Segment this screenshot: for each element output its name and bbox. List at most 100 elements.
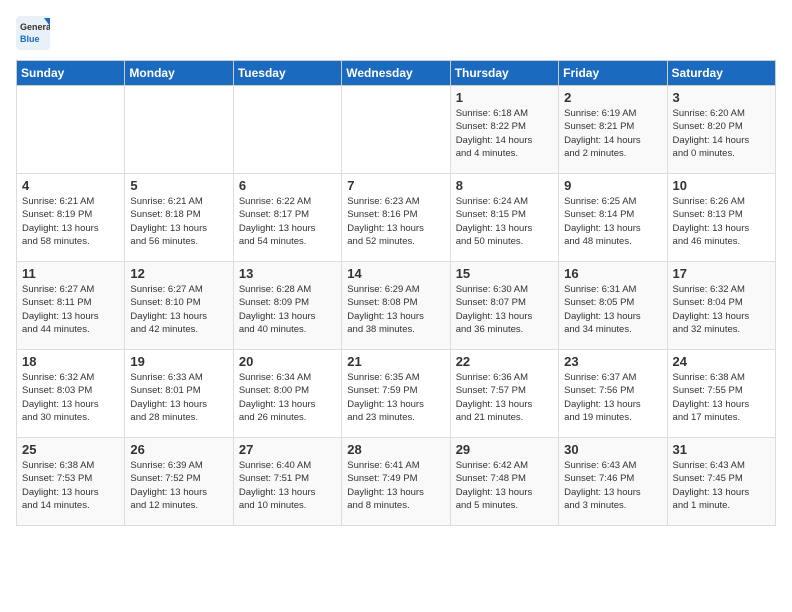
day-number: 26: [130, 442, 227, 457]
calendar-week-row: 25 Sunrise: 6:38 AM Sunset: 7:53 PM Dayli…: [17, 438, 776, 526]
weekday-header-sunday: Sunday: [17, 61, 125, 86]
day-info: Sunrise: 6:24 AM Sunset: 8:15 PM Dayligh…: [456, 195, 553, 248]
calendar-body: 1 Sunrise: 6:18 AM Sunset: 8:22 PM Daylig…: [17, 86, 776, 526]
calendar-day-4: 4 Sunrise: 6:21 AM Sunset: 8:19 PM Daylig…: [17, 174, 125, 262]
day-info: Sunrise: 6:20 AM Sunset: 8:20 PM Dayligh…: [673, 107, 770, 160]
day-info: Sunrise: 6:28 AM Sunset: 8:09 PM Dayligh…: [239, 283, 336, 336]
day-info: Sunrise: 6:38 AM Sunset: 7:55 PM Dayligh…: [673, 371, 770, 424]
calendar-day-15: 15 Sunrise: 6:30 AM Sunset: 8:07 PM Dayli…: [450, 262, 558, 350]
weekday-header-monday: Monday: [125, 61, 233, 86]
day-number: 29: [456, 442, 553, 457]
day-number: 7: [347, 178, 444, 193]
day-number: 24: [673, 354, 770, 369]
day-number: 2: [564, 90, 661, 105]
day-number: 6: [239, 178, 336, 193]
calendar-day-12: 12 Sunrise: 6:27 AM Sunset: 8:10 PM Dayli…: [125, 262, 233, 350]
day-info: Sunrise: 6:36 AM Sunset: 7:57 PM Dayligh…: [456, 371, 553, 424]
day-info: Sunrise: 6:41 AM Sunset: 7:49 PM Dayligh…: [347, 459, 444, 512]
svg-text:Blue: Blue: [20, 34, 40, 44]
calendar-day-25: 25 Sunrise: 6:38 AM Sunset: 7:53 PM Dayli…: [17, 438, 125, 526]
day-info: Sunrise: 6:42 AM Sunset: 7:48 PM Dayligh…: [456, 459, 553, 512]
empty-cell: [17, 86, 125, 174]
calendar-day-8: 8 Sunrise: 6:24 AM Sunset: 8:15 PM Daylig…: [450, 174, 558, 262]
calendar-day-14: 14 Sunrise: 6:29 AM Sunset: 8:08 PM Dayli…: [342, 262, 450, 350]
day-info: Sunrise: 6:40 AM Sunset: 7:51 PM Dayligh…: [239, 459, 336, 512]
calendar-day-7: 7Sunrise: 6:23 AM Sunset: 8:16 PM Daylig…: [342, 174, 450, 262]
weekday-header-wednesday: Wednesday: [342, 61, 450, 86]
weekday-header-row: SundayMondayTuesdayWednesdayThursdayFrid…: [17, 61, 776, 86]
calendar-day-11: 11 Sunrise: 6:27 AM Sunset: 8:11 PM Dayli…: [17, 262, 125, 350]
day-info: Sunrise: 6:30 AM Sunset: 8:07 PM Dayligh…: [456, 283, 553, 336]
header: General Blue: [16, 16, 776, 50]
day-info: Sunrise: 6:39 AM Sunset: 7:52 PM Dayligh…: [130, 459, 227, 512]
day-number: 30: [564, 442, 661, 457]
calendar-week-row: 11 Sunrise: 6:27 AM Sunset: 8:11 PM Dayli…: [17, 262, 776, 350]
calendar-day-30: 30 Sunrise: 6:43 AM Sunset: 7:46 PM Dayli…: [559, 438, 667, 526]
day-number: 13: [239, 266, 336, 281]
calendar-day-5: 5Sunrise: 6:21 AM Sunset: 8:18 PM Daylig…: [125, 174, 233, 262]
day-info: Sunrise: 6:38 AM Sunset: 7:53 PM Dayligh…: [22, 459, 119, 512]
day-info: Sunrise: 6:26 AM Sunset: 8:13 PM Dayligh…: [673, 195, 770, 248]
day-number: 19: [130, 354, 227, 369]
empty-cell: [233, 86, 341, 174]
day-number: 25: [22, 442, 119, 457]
day-number: 1: [456, 90, 553, 105]
calendar-week-row: 4 Sunrise: 6:21 AM Sunset: 8:19 PM Daylig…: [17, 174, 776, 262]
empty-cell: [342, 86, 450, 174]
calendar-day-10: 10Sunrise: 6:26 AM Sunset: 8:13 PM Dayli…: [667, 174, 775, 262]
calendar-day-19: 19 Sunrise: 6:33 AM Sunset: 8:01 PM Dayli…: [125, 350, 233, 438]
calendar-day-2: 2 Sunrise: 6:19 AM Sunset: 8:21 PM Daylig…: [559, 86, 667, 174]
calendar-day-22: 22 Sunrise: 6:36 AM Sunset: 7:57 PM Dayli…: [450, 350, 558, 438]
day-number: 17: [673, 266, 770, 281]
day-number: 28: [347, 442, 444, 457]
day-number: 3: [673, 90, 770, 105]
day-number: 11: [22, 266, 119, 281]
day-number: 31: [673, 442, 770, 457]
calendar-day-23: 23 Sunrise: 6:37 AM Sunset: 7:56 PM Dayli…: [559, 350, 667, 438]
calendar-day-20: 20Sunrise: 6:34 AM Sunset: 8:00 PM Dayli…: [233, 350, 341, 438]
calendar-day-24: 24 Sunrise: 6:38 AM Sunset: 7:55 PM Dayli…: [667, 350, 775, 438]
calendar-day-21: 21Sunrise: 6:35 AM Sunset: 7:59 PM Dayli…: [342, 350, 450, 438]
logo: General Blue: [16, 16, 50, 50]
day-info: Sunrise: 6:29 AM Sunset: 8:08 PM Dayligh…: [347, 283, 444, 336]
day-info: Sunrise: 6:18 AM Sunset: 8:22 PM Dayligh…: [456, 107, 553, 160]
calendar-week-row: 18Sunrise: 6:32 AM Sunset: 8:03 PM Dayli…: [17, 350, 776, 438]
day-info: Sunrise: 6:32 AM Sunset: 8:03 PM Dayligh…: [22, 371, 119, 424]
day-info: Sunrise: 6:43 AM Sunset: 7:45 PM Dayligh…: [673, 459, 770, 512]
day-number: 23: [564, 354, 661, 369]
day-number: 15: [456, 266, 553, 281]
calendar-table: SundayMondayTuesdayWednesdayThursdayFrid…: [16, 60, 776, 526]
logo-icon: General Blue: [16, 16, 50, 50]
weekday-header-saturday: Saturday: [667, 61, 775, 86]
day-number: 8: [456, 178, 553, 193]
day-number: 9: [564, 178, 661, 193]
weekday-header-tuesday: Tuesday: [233, 61, 341, 86]
day-info: Sunrise: 6:27 AM Sunset: 8:10 PM Dayligh…: [130, 283, 227, 336]
calendar-day-27: 27Sunrise: 6:40 AM Sunset: 7:51 PM Dayli…: [233, 438, 341, 526]
calendar-day-18: 18Sunrise: 6:32 AM Sunset: 8:03 PM Dayli…: [17, 350, 125, 438]
day-number: 12: [130, 266, 227, 281]
day-info: Sunrise: 6:37 AM Sunset: 7:56 PM Dayligh…: [564, 371, 661, 424]
day-number: 4: [22, 178, 119, 193]
day-number: 14: [347, 266, 444, 281]
calendar-day-26: 26 Sunrise: 6:39 AM Sunset: 7:52 PM Dayli…: [125, 438, 233, 526]
weekday-header-friday: Friday: [559, 61, 667, 86]
calendar-day-29: 29 Sunrise: 6:42 AM Sunset: 7:48 PM Dayli…: [450, 438, 558, 526]
day-number: 22: [456, 354, 553, 369]
day-number: 21: [347, 354, 444, 369]
empty-cell: [125, 86, 233, 174]
calendar-day-1: 1 Sunrise: 6:18 AM Sunset: 8:22 PM Daylig…: [450, 86, 558, 174]
day-info: Sunrise: 6:22 AM Sunset: 8:17 PM Dayligh…: [239, 195, 336, 248]
day-info: Sunrise: 6:43 AM Sunset: 7:46 PM Dayligh…: [564, 459, 661, 512]
day-number: 16: [564, 266, 661, 281]
day-info: Sunrise: 6:32 AM Sunset: 8:04 PM Dayligh…: [673, 283, 770, 336]
calendar-day-9: 9 Sunrise: 6:25 AM Sunset: 8:14 PM Daylig…: [559, 174, 667, 262]
day-info: Sunrise: 6:21 AM Sunset: 8:19 PM Dayligh…: [22, 195, 119, 248]
calendar-day-17: 17 Sunrise: 6:32 AM Sunset: 8:04 PM Dayli…: [667, 262, 775, 350]
calendar-day-13: 13 Sunrise: 6:28 AM Sunset: 8:09 PM Dayli…: [233, 262, 341, 350]
day-info: Sunrise: 6:33 AM Sunset: 8:01 PM Dayligh…: [130, 371, 227, 424]
day-info: Sunrise: 6:19 AM Sunset: 8:21 PM Dayligh…: [564, 107, 661, 160]
day-info: Sunrise: 6:25 AM Sunset: 8:14 PM Dayligh…: [564, 195, 661, 248]
calendar-header: SundayMondayTuesdayWednesdayThursdayFrid…: [17, 61, 776, 86]
day-info: Sunrise: 6:27 AM Sunset: 8:11 PM Dayligh…: [22, 283, 119, 336]
